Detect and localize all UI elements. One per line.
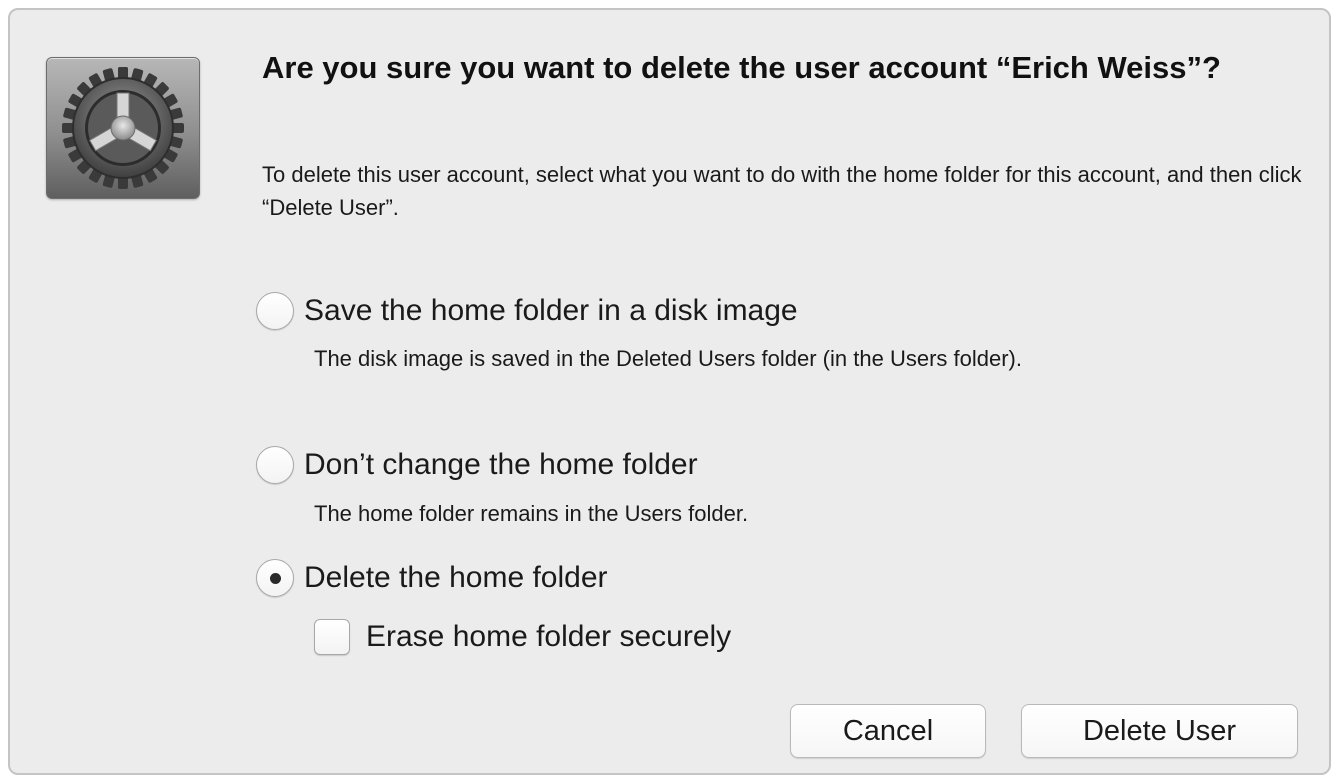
radio-help-text: The home folder remains in the Users fol… (314, 501, 749, 526)
checkbox-label: Erase home folder securely (366, 620, 732, 653)
delete-user-button[interactable]: Delete User (1021, 704, 1298, 758)
gear-icon (62, 67, 184, 189)
radio-help-text: The disk image is saved in the Deleted U… (314, 346, 1022, 371)
radio-delete-home[interactable]: Delete the home folder (256, 559, 608, 597)
radio-button-selected[interactable] (256, 559, 294, 597)
radio-label: Save the home folder in a disk image (304, 294, 798, 327)
radio-label: Don’t change the home folder (304, 448, 698, 481)
dialog-title: Are you sure you want to delete the user… (262, 50, 1221, 85)
radio-button[interactable] (256, 446, 294, 484)
radio-button[interactable] (256, 292, 294, 330)
cancel-button[interactable]: Cancel (790, 704, 986, 758)
system-preferences-gear-icon (46, 57, 200, 199)
radio-label: Delete the home folder (304, 561, 608, 594)
radio-save-disk-image[interactable]: Save the home folder in a disk image (256, 292, 798, 330)
erase-securely-checkbox[interactable]: Erase home folder securely (314, 619, 731, 655)
radio-selected-dot (269, 572, 281, 584)
radio-dont-change-home[interactable]: Don’t change the home folder (256, 446, 698, 484)
delete-user-dialog: Are you sure you want to delete the user… (8, 8, 1331, 775)
checkbox[interactable] (314, 619, 350, 655)
dialog-description: To delete this user account, select what… (262, 162, 1302, 220)
